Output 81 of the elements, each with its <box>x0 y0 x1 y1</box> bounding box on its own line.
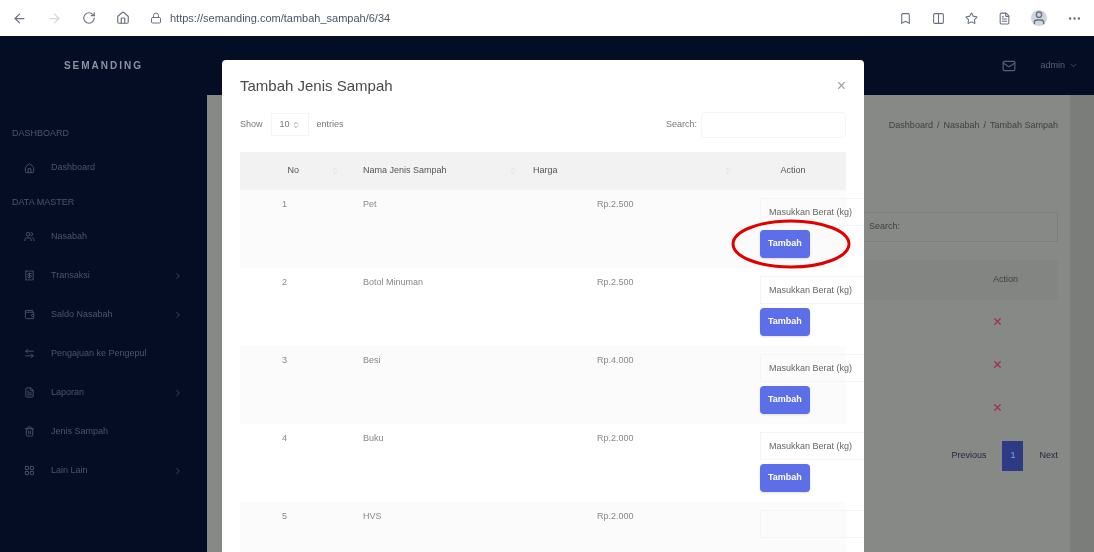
menu-icon <box>24 426 35 437</box>
delete-icon[interactable] <box>992 402 1003 413</box>
column-header[interactable]: Action <box>780 164 806 178</box>
add-button[interactable]: Tambah <box>760 230 810 258</box>
previous-link[interactable]: Previous <box>951 449 987 463</box>
delete-icon[interactable] <box>992 359 1003 370</box>
add-button[interactable]: Tambah <box>760 464 810 492</box>
table-cell-text: 5 <box>281 510 288 523</box>
menu-icon <box>24 231 35 242</box>
breadcrumb-link[interactable]: Dashboard <box>888 119 933 133</box>
back-icon[interactable] <box>12 10 27 26</box>
search-label: Search: <box>665 117 697 131</box>
sidebar-item[interactable]: Laporan <box>0 373 207 412</box>
add-button[interactable]: Tambah <box>760 308 810 336</box>
chevron-icon <box>173 387 183 398</box>
chevron-icon <box>173 465 183 476</box>
mail-icon[interactable] <box>1002 58 1017 73</box>
column-header[interactable]: Harga <box>533 164 558 178</box>
caret-icon <box>1069 61 1078 70</box>
menu-icon <box>24 162 35 174</box>
reload-icon[interactable] <box>82 11 96 25</box>
sidebar-item[interactable]: Pengajuan ke Pengepul <box>0 334 207 373</box>
add-button[interactable]: Tambah <box>760 386 810 414</box>
show-label: Show <box>240 117 263 131</box>
entries-label: entries <box>316 117 344 131</box>
modal-title: Tambah Jenis Sampah <box>240 76 393 97</box>
delete-icon[interactable] <box>992 316 1003 327</box>
weight-input[interactable]: Masukkan Berat (kg) <box>760 276 864 304</box>
sidebar-item[interactable]: Lain Lain <box>0 451 207 490</box>
table-cell-text: Rp.2.000 <box>596 510 635 523</box>
profile-avatar[interactable] <box>1031 10 1047 26</box>
table-cell-text: 1 <box>281 198 288 211</box>
weight-input[interactable]: Masukkan Berat (kg) <box>760 354 864 382</box>
table-cell-text: Pet <box>362 198 378 211</box>
menu-icon <box>24 465 35 476</box>
sidebar-item[interactable]: Jenis Sampah <box>0 412 207 451</box>
weight-input[interactable]: Masukkan Berat (kg) <box>760 432 864 460</box>
favorites-icon[interactable] <box>965 11 978 25</box>
table-cell-text: Botol Minuman <box>362 276 425 289</box>
column-header[interactable]: Nama Jenis Sampah <box>363 164 447 178</box>
menu-icon <box>24 270 35 281</box>
table-cell-text: 4 <box>281 432 288 445</box>
table-cell-text: 2 <box>281 276 288 289</box>
breadcrumb-separator: / <box>936 119 940 133</box>
user-menu[interactable]: admin <box>1040 58 1078 73</box>
table-cell-text: HVS <box>362 510 383 523</box>
sidebar-item[interactable]: Dashboard <box>0 148 207 188</box>
sidebar-item[interactable]: Nasabah <box>0 217 207 256</box>
breadcrumb-separator: / <box>983 119 986 133</box>
bookmark-icon[interactable] <box>899 11 912 25</box>
entries-select[interactable]: 10 <box>270 112 309 137</box>
table-cell-text: Rp.2.500 <box>596 198 635 211</box>
column-header[interactable]: No <box>287 164 299 178</box>
address-bar[interactable]: https://semanding.com/tambah_sampah/6/34 <box>170 9 391 27</box>
chevron-icon <box>173 270 183 281</box>
brand-logo[interactable]: SEMANDING <box>63 58 144 73</box>
breadcrumb-link[interactable]: Tambah Sampah <box>989 119 1058 133</box>
table-cell-text: Rp.2.500 <box>596 276 635 289</box>
table-cell-text: Rp.2.000 <box>596 432 635 445</box>
lock-icon <box>150 12 162 24</box>
section-heading: DASHBOARD <box>11 127 70 140</box>
close-button[interactable]: × <box>836 74 846 99</box>
table-cell-text: Rp.4.000 <box>596 354 635 367</box>
sidebar-item[interactable]: Saldo Nasabah <box>0 295 207 334</box>
collections-icon[interactable] <box>998 11 1011 25</box>
table-cell-text: 3 <box>281 354 288 367</box>
chevron-icon <box>173 309 183 320</box>
menu-icon <box>24 309 35 320</box>
split-view-icon[interactable] <box>932 11 945 25</box>
section-heading: DATA MASTER <box>11 195 76 209</box>
page-button[interactable]: 1 <box>1002 441 1024 471</box>
menu-icon <box>24 387 35 398</box>
table-cell-text: Besi <box>362 354 382 367</box>
next-link[interactable]: Next <box>1039 449 1058 463</box>
breadcrumb-link[interactable]: Nasabah <box>943 119 980 133</box>
table-cell-text: Buku <box>362 432 385 445</box>
home-icon[interactable] <box>116 11 130 25</box>
weight-input[interactable]: Masukkan Berat (kg) <box>760 198 864 226</box>
sort-icon <box>291 120 300 129</box>
menu-icon <box>24 348 35 359</box>
sidebar-item[interactable]: Transaksi <box>0 256 207 295</box>
